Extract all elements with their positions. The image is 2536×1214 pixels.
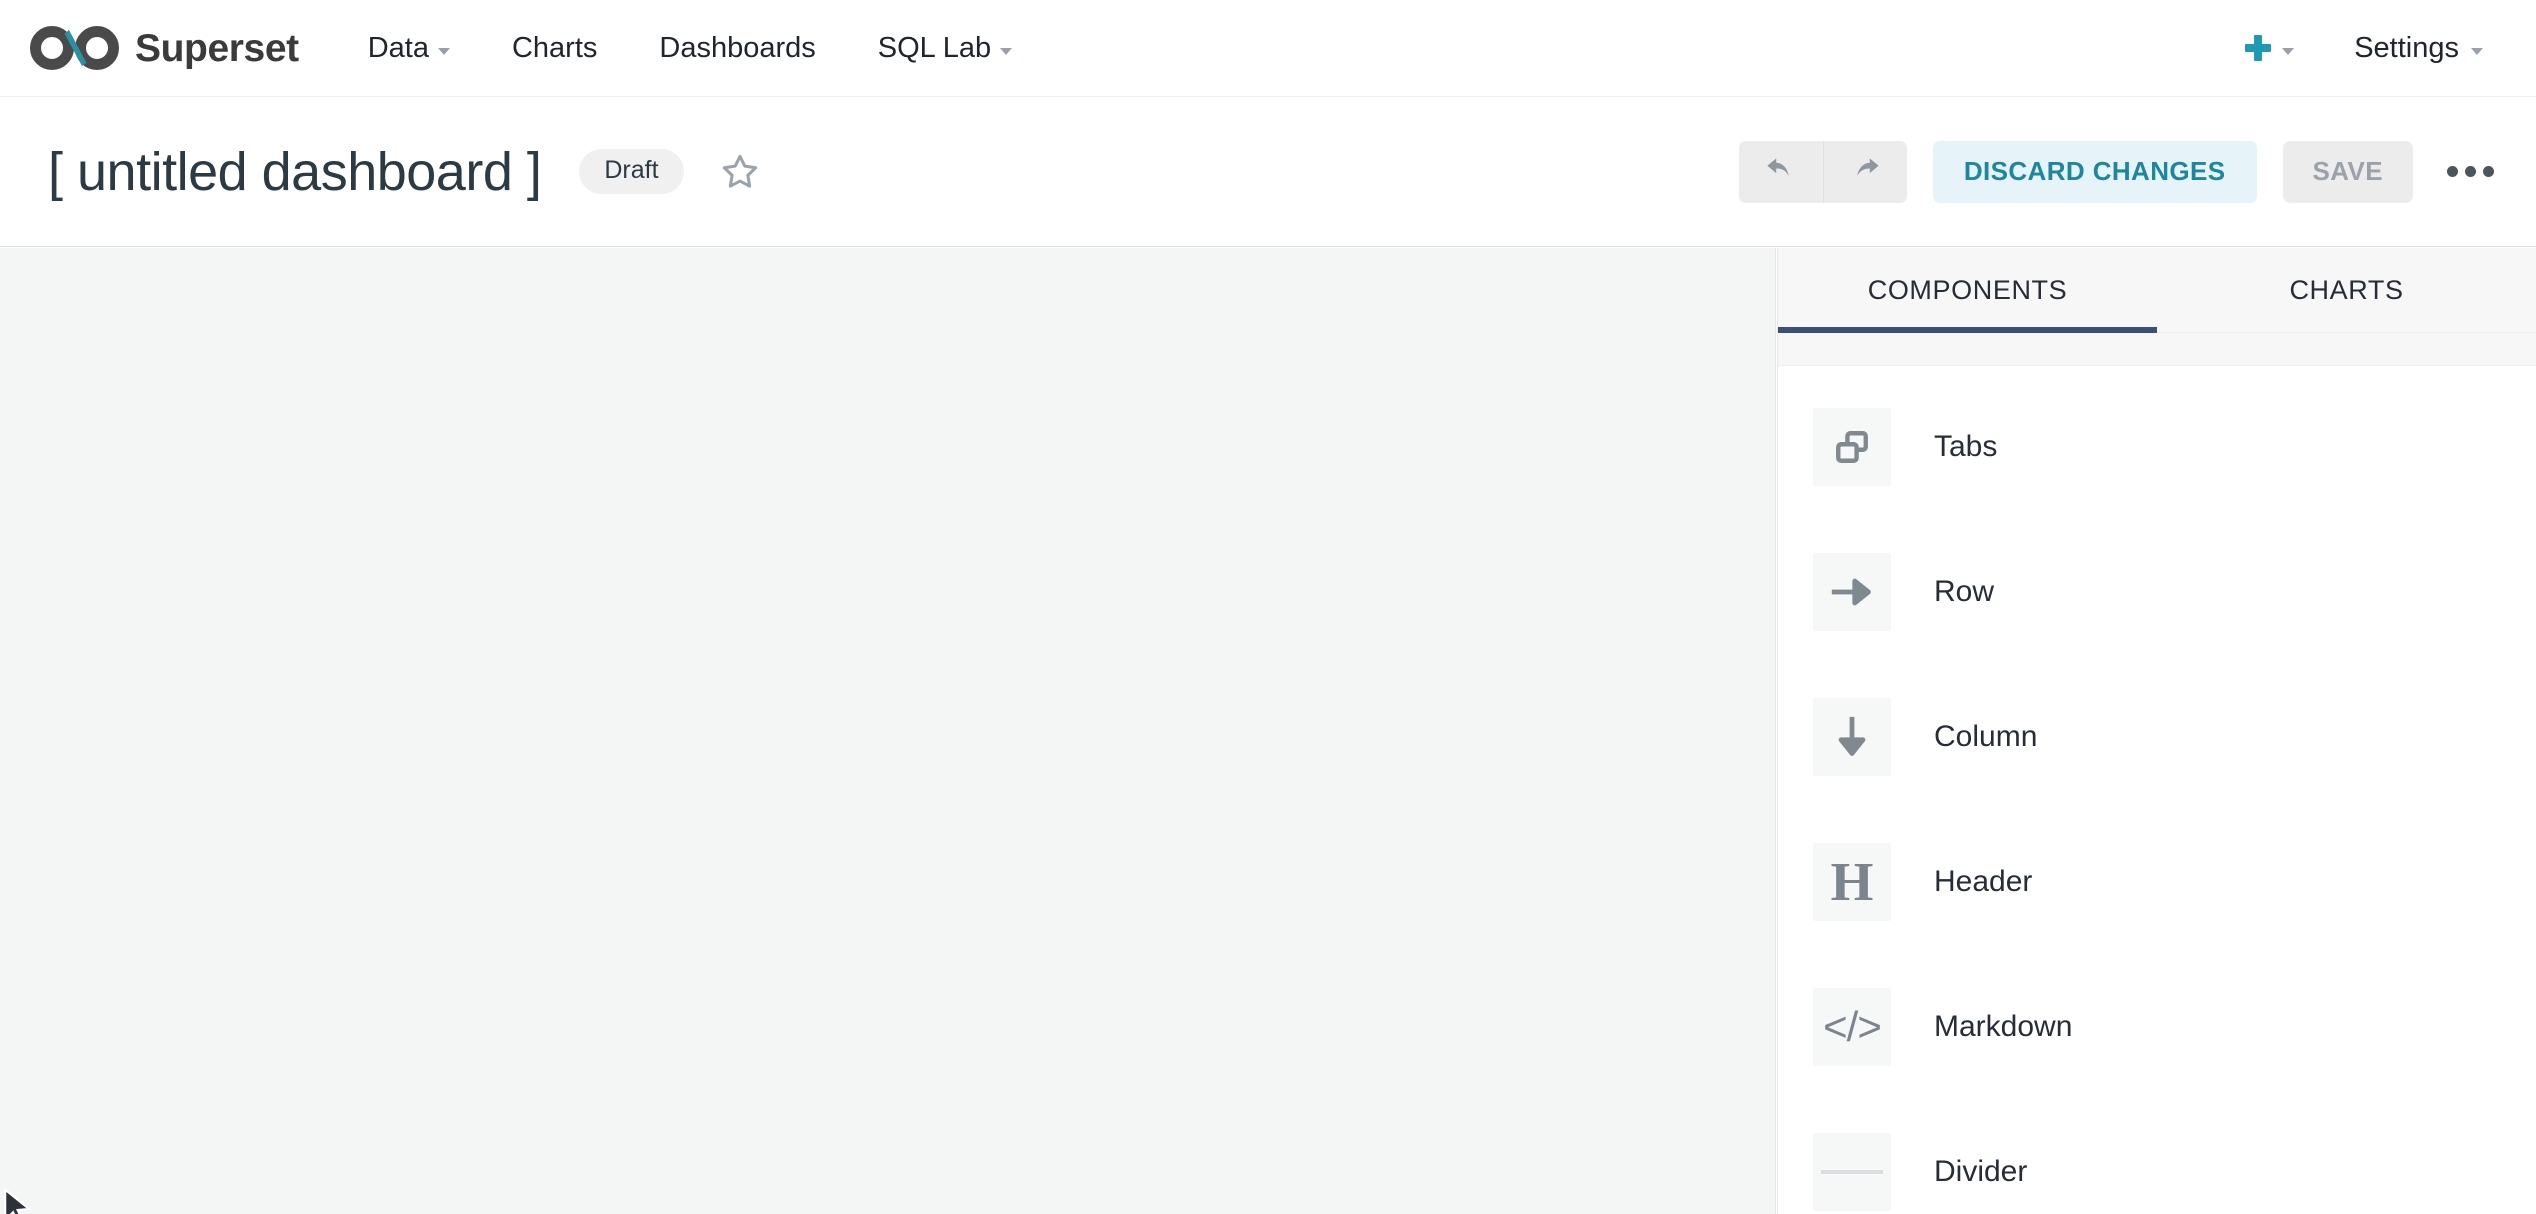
main-nav-menu: Data Charts Dashboards SQL Lab bbox=[337, 0, 1043, 96]
dashboard-header-actions: DISCARD CHANGES SAVE bbox=[1738, 140, 2536, 203]
ellipsis-icon bbox=[2483, 166, 2494, 177]
superset-dashboard-editor: Superset Data Charts Dashboards SQL Lab bbox=[0, 0, 2536, 1214]
tabs-icon bbox=[1836, 430, 1868, 463]
nav-item-data[interactable]: Data bbox=[337, 0, 481, 96]
divider-icon-tile bbox=[1813, 1132, 1891, 1211]
dashboard-canvas-empty[interactable] bbox=[0, 248, 1776, 1214]
star-outline-icon[interactable] bbox=[720, 152, 760, 192]
markdown-icon-tile: </> bbox=[1813, 987, 1891, 1066]
top-navbar: Superset Data Charts Dashboards SQL Lab bbox=[0, 0, 2536, 97]
code-brackets-icon: </> bbox=[1823, 1002, 1882, 1050]
new-item-button[interactable] bbox=[2225, 0, 2314, 96]
settings-menu[interactable]: Settings bbox=[2314, 0, 2508, 96]
header-h-icon: H bbox=[1830, 851, 1874, 912]
dashboard-title-block: [ untitled dashboard ] Draft bbox=[48, 141, 760, 203]
component-card-row[interactable]: Row bbox=[1778, 519, 2536, 664]
component-card-markdown[interactable]: </> Markdown bbox=[1778, 954, 2536, 1099]
chevron-down-icon bbox=[437, 47, 450, 55]
nav-item-sql-lab-label: SQL Lab bbox=[877, 31, 992, 64]
plus-icon bbox=[2245, 35, 2272, 61]
component-label-header: Header bbox=[1934, 864, 2033, 898]
tab-components-label: COMPONENTS bbox=[1867, 274, 2068, 305]
save-button[interactable]: SAVE bbox=[2282, 140, 2413, 203]
redo-button[interactable] bbox=[1822, 140, 1907, 203]
nav-item-dashboards-label: Dashboards bbox=[659, 31, 816, 64]
builder-panel-tabs: COMPONENTS CHARTS bbox=[1778, 248, 2536, 333]
tab-charts[interactable]: CHARTS bbox=[2157, 248, 2536, 332]
chevron-down-icon bbox=[2282, 47, 2295, 55]
component-card-tabs[interactable]: Tabs bbox=[1778, 374, 2536, 519]
ellipsis-icon bbox=[2465, 166, 2476, 177]
undo-arrow-icon bbox=[1767, 157, 1789, 176]
navbar-right-actions: Settings bbox=[2225, 0, 2536, 96]
discard-changes-button[interactable]: DISCARD CHANGES bbox=[1932, 140, 2257, 203]
ellipsis-icon bbox=[2447, 166, 2458, 177]
undo-button[interactable] bbox=[1738, 140, 1823, 203]
component-label-divider: Divider bbox=[1934, 1154, 2028, 1188]
row-icon-tile bbox=[1813, 552, 1891, 631]
arrow-down-icon bbox=[1838, 716, 1866, 756]
nav-item-data-label: Data bbox=[367, 31, 429, 64]
component-label-row: Row bbox=[1934, 574, 1995, 608]
components-list[interactable]: Tabs Row Column H Header </> Markdown Di… bbox=[1778, 366, 2536, 1214]
divider-line-icon bbox=[1821, 1169, 1883, 1174]
superset-infinity-logo-icon bbox=[30, 26, 119, 70]
component-card-header[interactable]: H Header bbox=[1778, 809, 2536, 954]
nav-item-dashboards[interactable]: Dashboards bbox=[628, 0, 846, 96]
dashboard-title[interactable]: [ untitled dashboard ] bbox=[48, 141, 542, 203]
arrow-right-icon bbox=[1831, 578, 1871, 605]
tab-components[interactable]: COMPONENTS bbox=[1778, 248, 2157, 333]
chevron-down-icon bbox=[1000, 47, 1013, 55]
component-label-tabs: Tabs bbox=[1934, 429, 1998, 463]
component-label-column: Column bbox=[1934, 719, 2038, 753]
component-card-divider[interactable]: Divider bbox=[1778, 1099, 2536, 1214]
more-options-button[interactable] bbox=[2439, 141, 2508, 203]
component-label-markdown: Markdown bbox=[1934, 1009, 2073, 1043]
column-icon-tile bbox=[1813, 697, 1891, 776]
redo-arrow-icon bbox=[1857, 157, 1879, 176]
tabs-icon-tile bbox=[1813, 407, 1891, 486]
dashboard-builder-panel: COMPONENTS CHARTS Tabs Row Column H Head… bbox=[1777, 248, 2536, 1214]
settings-label: Settings bbox=[2354, 31, 2459, 64]
status-badge: Draft bbox=[579, 149, 684, 194]
tab-charts-label: CHARTS bbox=[2289, 274, 2404, 305]
component-card-column[interactable]: Column bbox=[1778, 664, 2536, 809]
chevron-down-icon bbox=[2471, 47, 2483, 55]
superset-brand-link[interactable]: Superset bbox=[28, 0, 299, 96]
nav-item-charts[interactable]: Charts bbox=[481, 0, 628, 96]
header-icon-tile: H bbox=[1813, 842, 1891, 921]
nav-item-sql-lab[interactable]: SQL Lab bbox=[847, 0, 1043, 96]
brand-name: Superset bbox=[135, 26, 299, 70]
dashboard-header: [ untitled dashboard ] Draft DISCARD CHA… bbox=[0, 97, 2536, 247]
panel-tab-gutter bbox=[1778, 333, 2536, 366]
undo-redo-group bbox=[1738, 140, 1907, 203]
nav-item-charts-label: Charts bbox=[511, 31, 598, 64]
